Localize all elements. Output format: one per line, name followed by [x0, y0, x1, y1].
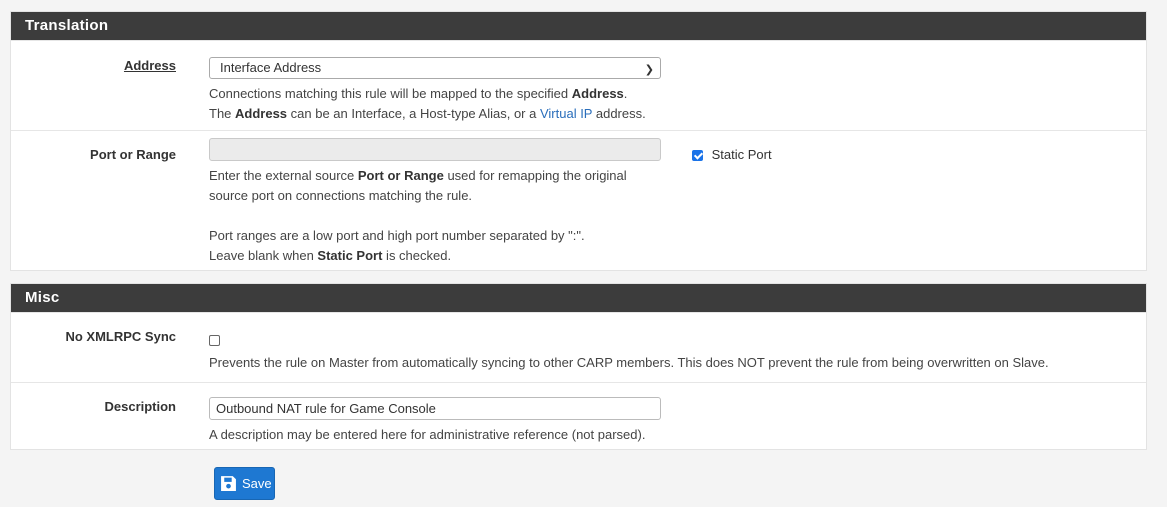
virtual-ip-link[interactable]: Virtual IP: [540, 106, 592, 121]
description-row: Description Outbound NAT rule for Game C…: [11, 382, 1146, 451]
xmlrpc-help: Prevents the rule on Master from automat…: [209, 355, 1049, 370]
address-select-value: Interface Address: [220, 60, 322, 75]
floppy-disk-icon: [221, 476, 236, 491]
address-row: Address Interface Address ❯ Connections …: [11, 40, 1146, 130]
misc-panel: Misc No XMLRPC Sync Prevents the rule on…: [10, 283, 1147, 450]
static-port-checkbox[interactable]: [692, 150, 703, 162]
description-label: Description: [104, 399, 176, 414]
description-input[interactable]: Outbound NAT rule for Game Console: [209, 397, 661, 420]
misc-heading: Misc: [11, 284, 1146, 312]
address-select[interactable]: Interface Address ❯: [209, 57, 661, 79]
description-help: A description may be entered here for ad…: [209, 427, 646, 442]
xmlrpc-row: No XMLRPC Sync Prevents the rule on Mast…: [11, 312, 1146, 382]
port-label: Port or Range: [90, 147, 176, 162]
translation-panel: Translation Address Interface Address ❯ …: [10, 11, 1147, 271]
static-port-checkbox-group[interactable]: Static Port: [692, 147, 772, 163]
chevron-down-icon: ❯: [644, 64, 654, 76]
xmlrpc-checkbox[interactable]: [209, 335, 220, 347]
port-input[interactable]: [209, 138, 661, 161]
save-button-label: Save: [242, 476, 272, 491]
xmlrpc-label: No XMLRPC Sync: [65, 329, 176, 344]
address-label[interactable]: Address: [124, 58, 176, 73]
save-button[interactable]: Save: [214, 467, 275, 500]
translation-heading: Translation: [11, 12, 1146, 40]
static-port-label[interactable]: Static Port: [712, 147, 772, 162]
address-help: Connections matching this rule will be m…: [209, 86, 646, 121]
port-help: Enter the external source Port or Range …: [209, 168, 627, 263]
port-row: Port or Range Static Port Enter the exte…: [11, 130, 1146, 273]
